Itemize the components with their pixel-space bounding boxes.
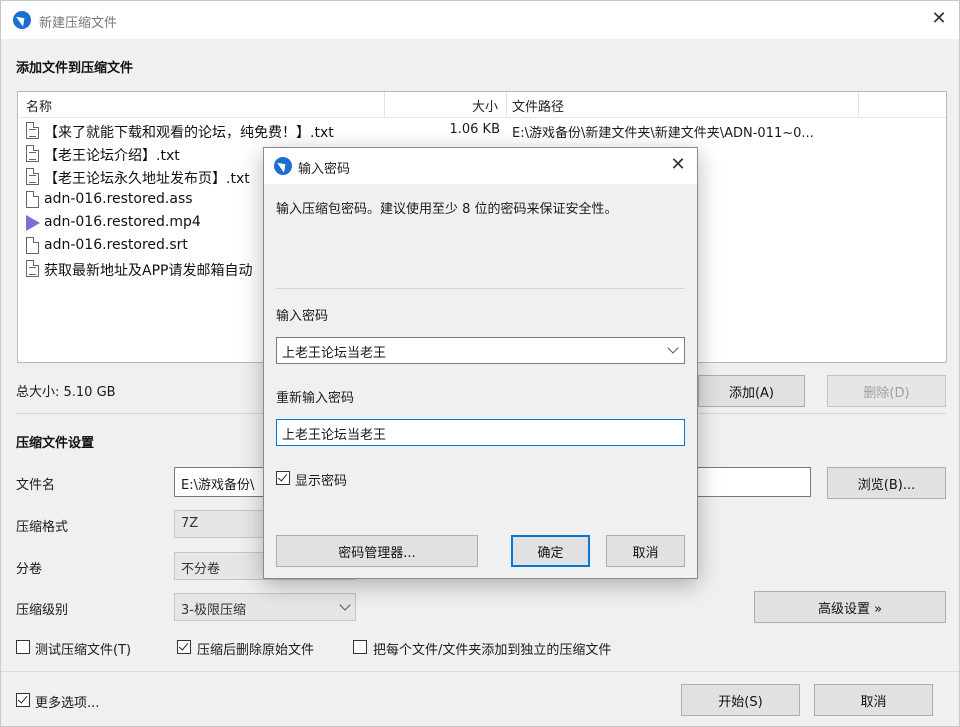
column-divider[interactable]	[384, 92, 385, 118]
title-bar: 新建压缩文件 ✕	[1, 1, 959, 39]
delete-original-checkbox[interactable]	[177, 640, 191, 654]
text-file-icon	[26, 145, 39, 162]
add-button[interactable]: 添加(A)	[698, 375, 805, 407]
confirm-password-field[interactable]: 上老王论坛当老王	[276, 419, 685, 446]
column-divider[interactable]	[858, 92, 859, 118]
advanced-settings-button[interactable]: 高级设置 »	[754, 591, 946, 623]
level-value: 3-极限压缩	[181, 603, 246, 618]
separate-archives-label[interactable]: 把每个文件/文件夹添加到独立的压缩文件	[373, 639, 611, 658]
text-file-icon	[26, 122, 39, 139]
close-icon[interactable]: ✕	[929, 10, 949, 28]
format-label: 压缩格式	[16, 520, 69, 535]
ok-button[interactable]: 确定	[511, 535, 590, 567]
window-title: 新建压缩文件	[39, 16, 118, 31]
settings-heading: 压缩文件设置	[16, 436, 95, 451]
more-options-checkbox[interactable]	[16, 693, 30, 707]
file-name: adn-016.restored.ass	[44, 191, 193, 207]
file-path: E:\游戏备份\新建文件夹\新建文件夹\ADN-011~0...	[512, 126, 814, 141]
file-size: 1.06 KB	[449, 122, 500, 137]
file-list-header: 名称 大小 文件路径	[18, 92, 946, 118]
start-button[interactable]: 开始(S)	[681, 684, 800, 716]
app-logo-icon	[274, 157, 292, 175]
total-size: 总大小: 5.10 GB	[16, 385, 116, 400]
file-row[interactable]: 【来了就能下载和观看的论坛，纯免费！】.txt 1.06 KB E:\游戏备份\新建…	[18, 120, 946, 143]
separate-archives-checkbox[interactable]	[353, 640, 367, 654]
blank-file-icon	[26, 237, 39, 254]
password-dialog: 输入密码 ✕ 输入压缩包密码。建议使用至少 8 位的密码来保证安全性。 输入密码…	[263, 147, 698, 579]
password-manager-button[interactable]: 密码管理器...	[276, 535, 478, 567]
file-name: 获取最新地址及APP请发邮箱自动	[44, 263, 253, 279]
dialog-title-bar: 输入密码 ✕	[264, 148, 697, 184]
divider	[276, 288, 685, 289]
cancel-button[interactable]: 取消	[814, 684, 933, 716]
level-select[interactable]: 3-极限压缩	[174, 593, 356, 621]
dialog-description: 输入压缩包密码。建议使用至少 8 位的密码来保证安全性。	[276, 202, 618, 217]
app-logo-icon	[13, 11, 31, 29]
show-password-label[interactable]: 显示密码	[295, 470, 347, 489]
video-file-icon	[26, 214, 40, 231]
file-name: adn-016.restored.srt	[44, 237, 188, 253]
text-file-icon	[26, 168, 39, 185]
file-name: 【老王论坛介绍】.txt	[44, 148, 180, 164]
filename-label: 文件名	[16, 478, 56, 493]
text-file-icon	[26, 260, 39, 277]
split-value: 不分卷	[181, 562, 221, 577]
delete-button[interactable]: 删除(D)	[827, 375, 946, 407]
split-label: 分卷	[16, 562, 43, 577]
test-archive-checkbox[interactable]	[16, 640, 30, 654]
chevron-down-icon	[339, 599, 351, 611]
column-name[interactable]: 名称	[26, 96, 52, 115]
more-options-label[interactable]: 更多选项...	[35, 692, 99, 711]
divider	[1, 671, 959, 672]
column-size[interactable]: 大小	[472, 96, 498, 115]
dialog-title: 输入密码	[298, 162, 351, 177]
password-value: 上老王论坛当老王	[282, 346, 387, 361]
file-name: 【来了就能下载和观看的论坛，纯免费！】.txt	[44, 125, 334, 141]
delete-original-label[interactable]: 压缩后删除原始文件	[197, 639, 314, 658]
file-name: adn-016.restored.mp4	[44, 214, 201, 230]
confirm-password-label: 重新输入密码	[276, 391, 355, 406]
format-value: 7Z	[181, 516, 199, 531]
test-archive-label[interactable]: 测试压缩文件(T)	[35, 639, 131, 658]
dialog-cancel-button[interactable]: 取消	[606, 535, 685, 567]
close-icon[interactable]: ✕	[668, 156, 688, 174]
column-path[interactable]: 文件路径	[512, 96, 564, 115]
chevron-down-icon[interactable]	[667, 342, 679, 354]
browse-button[interactable]: 浏览(B)...	[827, 467, 946, 499]
show-password-checkbox[interactable]	[276, 471, 290, 485]
add-files-heading: 添加文件到压缩文件	[16, 61, 134, 76]
blank-file-icon	[26, 191, 39, 208]
column-divider[interactable]	[506, 92, 507, 118]
password-label: 输入密码	[276, 309, 329, 324]
password-combo[interactable]: 上老王论坛当老王	[276, 337, 685, 364]
level-label: 压缩级别	[16, 603, 69, 618]
file-name: 【老王论坛永久地址发布页】.txt	[44, 171, 250, 187]
